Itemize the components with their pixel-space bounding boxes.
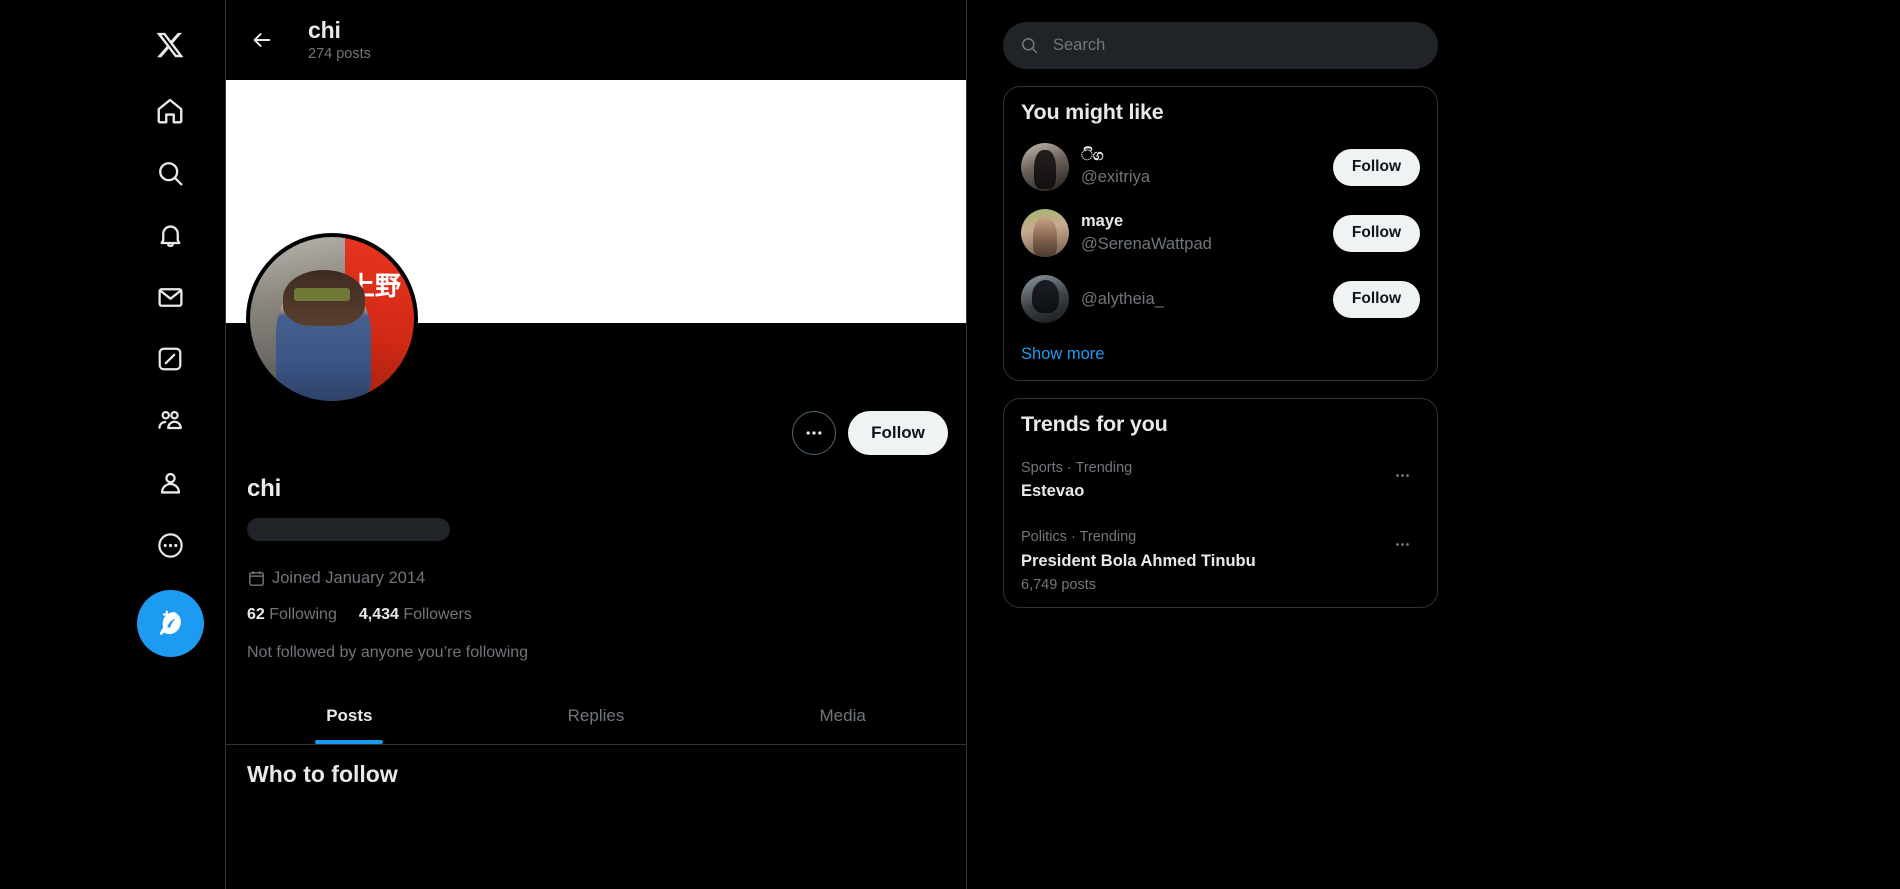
mail-icon[interactable]: [139, 266, 201, 328]
account-handle: @alytheia_: [1081, 289, 1164, 308]
joined-date-row: Joined January 2014: [247, 569, 945, 588]
avatar[interactable]: 上野: [246, 233, 418, 405]
profile-info: chi Joined January 2014 62 Following 4,4…: [226, 461, 966, 662]
profile-top-bar: chi 274 posts: [226, 0, 966, 80]
profile-actions: Follow: [226, 405, 966, 461]
search-bar[interactable]: [1003, 22, 1438, 69]
compose-post-icon: [159, 610, 181, 635]
page-title: chi: [308, 16, 341, 43]
tab-replies[interactable]: Replies: [473, 688, 720, 744]
trend-name: President Bola Ahmed Tinubu: [1021, 551, 1256, 570]
bell-icon[interactable]: [139, 204, 201, 266]
trends-panel: Trends for you Sports · Trending Estevao…: [1003, 398, 1438, 609]
profile-tabs: Posts Replies Media: [226, 688, 966, 745]
profile-stats: 62 Following 4,434 Followers: [247, 606, 945, 624]
you-might-like-panel: You might like ිග @exitriya Follow maye …: [1003, 86, 1438, 381]
list-item[interactable]: @alytheia_ Follow: [1004, 266, 1437, 332]
x-profile-page: chi 274 posts 上野 Follow chi Joined Janua…: [0, 0, 1900, 889]
profile-icon[interactable]: [139, 452, 201, 514]
compose-post-button[interactable]: [137, 590, 204, 657]
main-column: chi 274 posts 上野 Follow chi Joined Janua…: [225, 0, 967, 889]
header-titles: chi 274 posts: [308, 16, 371, 65]
list-item[interactable]: Politics · Trending President Bola Ahmed…: [1004, 515, 1437, 607]
follow-button[interactable]: Follow: [1332, 214, 1420, 252]
search-icon[interactable]: [139, 142, 201, 204]
avatar-sunglasses: [294, 287, 351, 301]
account-name: maye: [1081, 212, 1124, 231]
followers-count: 4,434: [358, 605, 399, 623]
list-item[interactable]: Sports · Trending Estevao: [1004, 446, 1437, 515]
account-meta: @alytheia_: [1081, 288, 1321, 310]
account-meta: ිග @exitriya: [1081, 146, 1321, 188]
following-count: 62: [247, 605, 265, 623]
post-count: 274 posts: [308, 46, 371, 63]
follow-button[interactable]: Follow: [1332, 148, 1420, 186]
profile-more-button[interactable]: [792, 411, 836, 455]
x-logo-icon[interactable]: [139, 14, 201, 76]
more-horizontal-icon[interactable]: [1385, 458, 1420, 493]
trend-text: Sports · Trending Estevao: [1021, 458, 1132, 503]
handle-loading-skeleton: [247, 517, 450, 541]
trend-post-count: 6,749 posts: [1021, 576, 1096, 593]
you-might-like-title: You might like: [1021, 100, 1164, 124]
grok-icon[interactable]: [139, 328, 201, 390]
avatar[interactable]: [1021, 143, 1069, 191]
search-input[interactable]: [1053, 36, 1421, 55]
account-meta: maye @SerenaWattpad: [1081, 211, 1321, 255]
back-button[interactable]: [242, 20, 282, 60]
joined-date-text: Joined January 2014: [272, 568, 426, 587]
trend-category: Sports · Trending: [1021, 460, 1133, 476]
more-horizontal-icon: [806, 431, 822, 435]
account-handle: @SerenaWattpad: [1081, 234, 1212, 253]
tab-media-label: Media: [819, 705, 866, 725]
calendar-icon: [249, 571, 264, 586]
trend-category: Politics · Trending: [1021, 529, 1137, 546]
account-handle: @exitriya: [1081, 167, 1151, 186]
following-label: Following: [269, 605, 337, 623]
profile-display-name: chi: [247, 475, 282, 502]
tab-replies-label: Replies: [567, 705, 625, 725]
tab-media[interactable]: Media: [719, 688, 966, 744]
tab-posts[interactable]: Posts: [226, 688, 473, 744]
following-stat[interactable]: 62 Following: [247, 606, 337, 624]
tab-posts-label: Posts: [326, 705, 373, 725]
communities-icon[interactable]: [139, 390, 201, 452]
search-icon: [1021, 37, 1038, 54]
avatar[interactable]: [1021, 209, 1069, 257]
followers-label: Followers: [403, 605, 472, 623]
left-navigation: [0, 0, 225, 889]
followed-by-text: Not followed by anyone you’re following: [247, 643, 529, 661]
followers-stat[interactable]: 4,434 Followers: [359, 606, 472, 624]
who-to-follow-heading: Who to follow: [247, 760, 398, 787]
show-more-link[interactable]: Show more: [1004, 332, 1437, 380]
trend-text: Politics · Trending President Bola Ahmed…: [1021, 527, 1256, 595]
list-item[interactable]: maye @SerenaWattpad Follow: [1004, 200, 1437, 266]
home-icon[interactable]: [139, 80, 201, 142]
trends-title: Trends for you: [1021, 412, 1168, 436]
list-item[interactable]: ිග @exitriya Follow: [1004, 134, 1437, 200]
avatar-image: 上野: [250, 237, 414, 401]
more-horizontal-icon[interactable]: [1385, 527, 1420, 562]
follow-button[interactable]: Follow: [848, 411, 948, 455]
avatar[interactable]: [1021, 275, 1069, 323]
avatar-row: 上野: [226, 233, 966, 409]
trend-name: Estevao: [1021, 482, 1085, 501]
follow-button[interactable]: Follow: [1332, 280, 1420, 318]
more-icon[interactable]: [139, 514, 201, 576]
account-name: ිග: [1081, 146, 1104, 165]
right-sidebar: You might like ිග @exitriya Follow maye …: [967, 0, 1900, 889]
arrow-left-icon: [253, 33, 271, 47]
